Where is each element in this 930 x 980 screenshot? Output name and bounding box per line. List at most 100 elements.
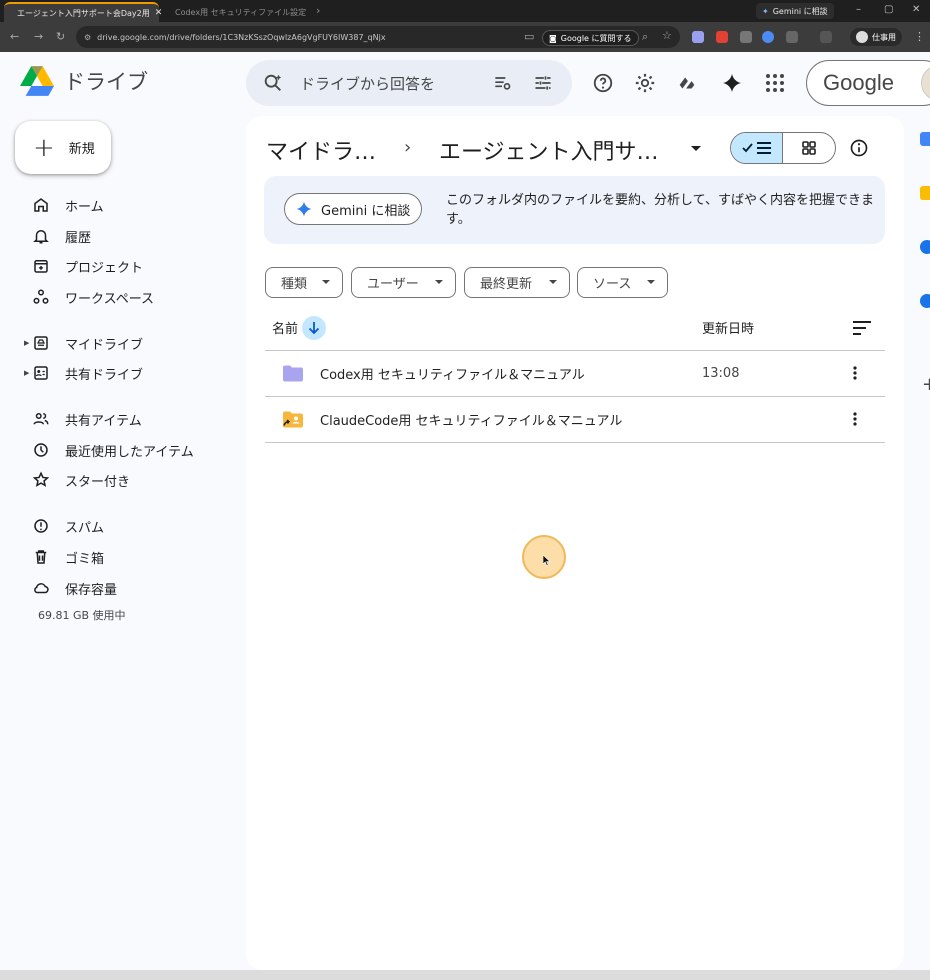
ask-google-button[interactable]: ◙ Google に質問する — [542, 30, 639, 46]
home-icon — [34, 198, 48, 212]
google-wordmark: Google — [823, 70, 894, 95]
sidebar-item-label: スパム — [65, 520, 105, 536]
info-icon[interactable] — [849, 138, 869, 158]
more-vert-icon[interactable] — [853, 412, 857, 426]
sidebar-item-label: 最近使用したアイテム — [65, 444, 194, 460]
gemini-consult-label: Gemini に相談 — [321, 203, 411, 219]
sidebar-item-label: 共有アイテム — [65, 413, 142, 429]
view-toggle — [730, 132, 836, 164]
drive-logo[interactable]: ドライブ — [20, 66, 148, 96]
project-icon — [34, 260, 48, 273]
gemini-banner-text: このフォルダ内のファイルを要約、分析して、すばやく内容を把握できます。 — [446, 193, 874, 227]
lens-icon: ◙ — [549, 33, 557, 43]
sidebar-item-label: スター付き — [65, 474, 131, 490]
help-icon[interactable] — [592, 72, 614, 94]
filter-chip-modified[interactable]: 最終更新 — [464, 267, 570, 298]
side-panel-icon[interactable] — [820, 31, 832, 43]
browser-tab-active[interactable]: エージェント入門サポート会Day2用 ✕ — [4, 2, 162, 22]
site-info-icon[interactable]: ⚙ — [84, 33, 91, 42]
filter-chip-people[interactable]: ユーザー — [351, 267, 456, 298]
new-button[interactable]: + 新規 — [15, 121, 111, 174]
close-window-icon[interactable]: ✕ — [912, 4, 920, 15]
expand-caret-icon[interactable]: ▶ — [24, 369, 29, 377]
contacts-addon-icon[interactable] — [920, 294, 930, 308]
mouse-pointer-icon — [543, 555, 551, 566]
browser-tab-inactive[interactable]: Codex用 セキュリティファイル設定 — [162, 2, 312, 22]
horizontal-scrollbar[interactable] — [0, 970, 930, 980]
table-row[interactable]: Codex用 セキュリティファイル＆マニュアル 13:08 — [265, 351, 885, 396]
calendar-addon-icon[interactable] — [920, 132, 930, 146]
file-name: Codex用 セキュリティファイル＆マニュアル — [320, 368, 585, 383]
search-bar[interactable]: ドライブから回答を — [246, 60, 572, 106]
cloud-icon — [34, 583, 49, 594]
sidebar-item-label: ゴミ箱 — [65, 551, 105, 567]
avatar — [921, 65, 930, 101]
breadcrumb-root[interactable]: マイドラ… — [266, 134, 376, 166]
folder-menu-dropdown-icon[interactable] — [691, 146, 701, 151]
gemini-spark-icon — [296, 201, 312, 217]
cast-icon[interactable]: ▭ — [524, 30, 534, 43]
extension-icon[interactable] — [740, 31, 752, 43]
profile-button[interactable]: 仕事用 — [850, 28, 902, 46]
extension-icon[interactable] — [692, 31, 704, 43]
workspace-icon — [33, 289, 49, 304]
bookmark-star-icon[interactable]: ☆ — [662, 29, 672, 42]
extension-icon[interactable] — [762, 31, 774, 43]
forward-icon[interactable]: → — [34, 30, 43, 43]
table-row[interactable]: ClaudeCode用 セキュリティファイル＆マニュアル — [265, 397, 885, 442]
more-vert-icon[interactable] — [853, 366, 857, 380]
filter-tune-icon[interactable] — [533, 73, 553, 93]
plus-icon: + — [33, 132, 55, 163]
browser-menu-icon[interactable]: ⋮ — [914, 30, 925, 43]
sidebar-item-label: マイドライブ — [65, 337, 144, 353]
sort-direction-button[interactable] — [302, 316, 326, 340]
search-options-icon[interactable] — [492, 73, 512, 93]
profile-avatar — [856, 31, 868, 43]
reload-icon[interactable]: ↻ — [56, 30, 65, 43]
filter-chip-type[interactable]: 種類 — [265, 267, 343, 298]
back-icon[interactable]: ← — [10, 30, 19, 43]
maximize-icon[interactable]: ▢ — [884, 4, 893, 15]
apps-script-icon[interactable] — [676, 72, 698, 94]
dropdown-arrow-icon — [322, 280, 330, 284]
dropdown-arrow-icon — [435, 280, 443, 284]
gemini-spark-icon[interactable] — [721, 72, 743, 94]
grid-view-button[interactable] — [783, 133, 835, 163]
extensions-puzzle-icon[interactable] — [786, 31, 798, 43]
filter-chip-source[interactable]: ソース — [577, 267, 668, 298]
tasks-addon-icon[interactable] — [920, 240, 930, 254]
browser-tab-bar: エージェント入門サポート会Day2用 ✕ Codex用 セキュリティファイル設定… — [0, 0, 930, 22]
sidebar-item-label: 保存容量 — [65, 582, 118, 598]
filter-chip-label: ユーザー — [367, 277, 419, 292]
sidebar-item-label: ワークスペース — [65, 291, 155, 307]
drive-logo-icon — [20, 66, 54, 96]
folder-icon — [283, 365, 303, 382]
list-view-button[interactable] — [731, 133, 784, 163]
browser-gemini-button[interactable]: ✦ Gemini に相談 — [756, 3, 834, 19]
search-input[interactable]: ドライブから回答を — [300, 73, 435, 94]
gemini-consult-button[interactable]: Gemini に相談 — [284, 193, 422, 225]
extension-icon[interactable] — [716, 31, 728, 43]
column-header-name[interactable]: 名前 — [272, 318, 298, 337]
bell-icon — [33, 230, 49, 244]
my-drive-icon — [34, 336, 48, 350]
tab-title: Codex用 セキュリティファイル設定 — [175, 7, 307, 17]
minimize-icon[interactable]: – — [856, 4, 861, 15]
account-button[interactable]: Google — [806, 60, 930, 106]
file-name: ClaudeCode用 セキュリティファイル＆マニュアル — [320, 414, 623, 429]
apps-grid-icon[interactable] — [764, 72, 786, 94]
sort-options-icon[interactable] — [852, 320, 872, 336]
add-addon-icon[interactable]: + — [922, 374, 930, 395]
keep-addon-icon[interactable] — [920, 186, 930, 200]
settings-gear-icon[interactable] — [634, 72, 656, 94]
url-text: drive.google.com/drive/folders/1C3NzKSsz… — [97, 32, 386, 42]
column-header-modified[interactable]: 更新日時 — [702, 318, 754, 337]
breadcrumb-current[interactable]: エージェント入門サ… — [439, 134, 659, 166]
shared-folder-shortcut-icon — [283, 411, 303, 428]
zoom-icon[interactable]: ⌕ — [642, 30, 648, 44]
expand-caret-icon[interactable]: ▶ — [24, 339, 29, 347]
new-tab-icon[interactable]: › — [316, 4, 320, 17]
search-spark-icon — [264, 74, 282, 91]
grid-view-icon — [802, 141, 816, 155]
star-icon — [32, 471, 50, 487]
